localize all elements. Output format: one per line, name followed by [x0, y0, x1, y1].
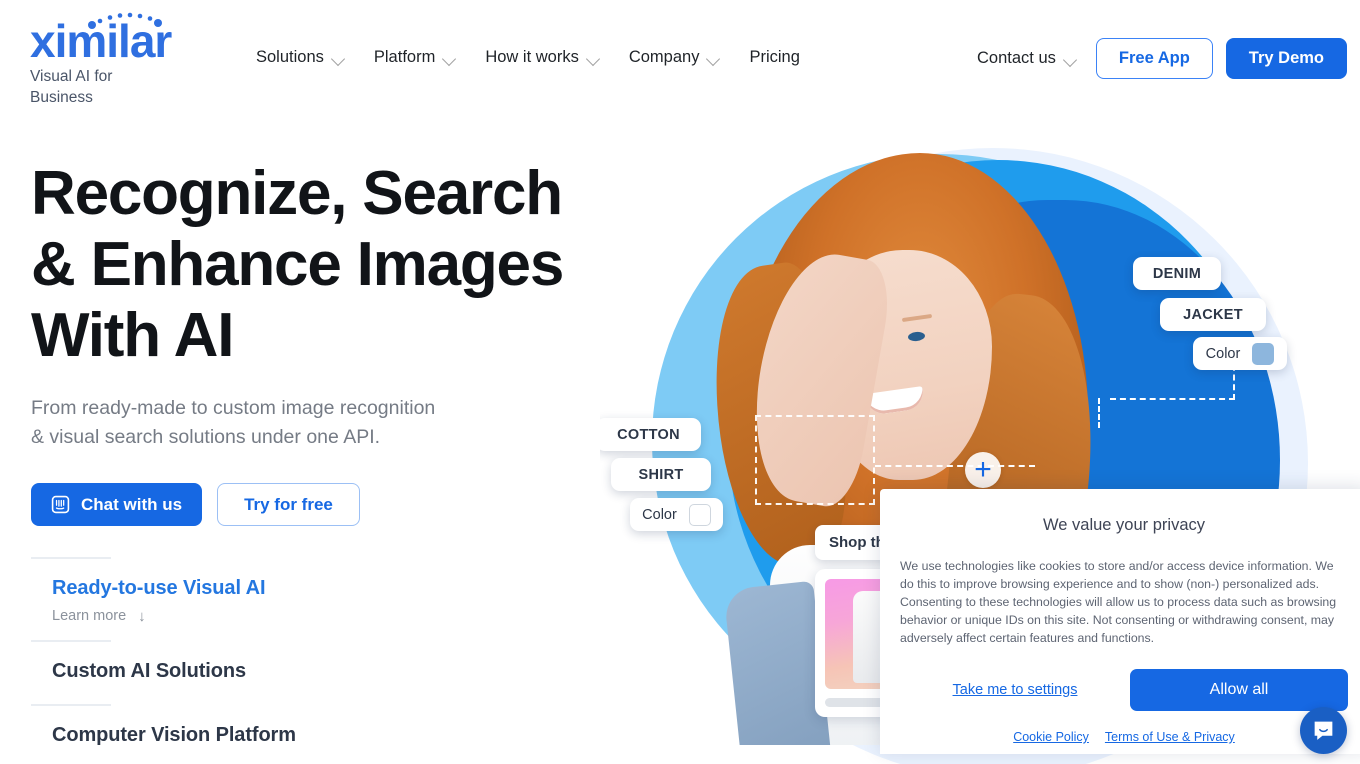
detection-line-jacket-drop	[1098, 398, 1100, 428]
tag-denim[interactable]: DENIM	[1133, 257, 1221, 290]
try-for-free-button[interactable]: Try for free	[217, 483, 360, 526]
free-app-button[interactable]: Free App	[1095, 38, 1213, 79]
detection-line-shirt	[875, 465, 1035, 467]
chevron-down-icon	[444, 54, 457, 62]
ximilar-logo-icon: ximilar	[30, 12, 173, 64]
hero-content: Recognize, Search & Enhance Images With …	[31, 158, 591, 747]
chat-launcher-button[interactable]	[1300, 707, 1347, 754]
chevron-down-icon	[1065, 55, 1078, 63]
tag-label: Color	[642, 506, 677, 523]
take-me-to-settings-link[interactable]: Take me to settings	[900, 682, 1130, 698]
terms-of-use-link[interactable]: Terms of Use & Privacy	[1105, 730, 1235, 744]
detection-box-shirt	[755, 415, 875, 505]
nav-item-solutions[interactable]: Solutions	[250, 44, 360, 71]
page-title: Recognize, Search & Enhance Images With …	[31, 159, 564, 370]
chat-button-label: Chat with us	[81, 494, 183, 514]
svg-text:ximilar: ximilar	[30, 15, 172, 64]
accordion-label[interactable]: Computer Vision Platform	[31, 706, 451, 747]
accordion-item-ready-to-use[interactable]: Ready-to-use Visual AI Learn more ↓	[31, 557, 451, 640]
nav-label: Platform	[373, 48, 436, 66]
logo[interactable]: ximilar Visual AI for Business	[30, 8, 230, 108]
hero-subtitle: From ready-made to custom image recognit…	[31, 397, 436, 448]
main-nav: Solutions Platform How it works Company …	[250, 44, 814, 71]
color-swatch-icon	[1252, 342, 1275, 365]
nav-item-how-it-works[interactable]: How it works	[471, 44, 615, 71]
cookie-dialog-body: We use technologies like cookies to stor…	[900, 559, 1337, 645]
cookie-policy-link[interactable]: Cookie Policy	[1013, 730, 1089, 744]
chat-with-us-button[interactable]: Chat with us	[31, 483, 203, 526]
nav-label: Solutions	[256, 48, 324, 66]
intercom-chat-icon	[51, 495, 70, 514]
learn-more-link[interactable]: Learn more ↓	[31, 600, 451, 640]
accordion-item-computer-vision[interactable]: Computer Vision Platform	[31, 704, 451, 747]
arrow-down-icon: ↓	[138, 607, 146, 625]
tag-label: JACKET	[1183, 306, 1243, 323]
cookie-consent-dialog: We value your privacy We use technologie…	[880, 489, 1360, 754]
cookie-dialog-actions: Take me to settings Allow all	[900, 669, 1348, 711]
add-detection-marker[interactable]: +	[965, 452, 1001, 488]
page-root: ximilar Visual AI for Business Solutions…	[0, 0, 1360, 764]
chevron-down-icon	[588, 54, 601, 62]
cookie-dialog-title: We value your privacy	[1042, 516, 1205, 534]
tag-jacket[interactable]: JACKET	[1160, 298, 1266, 331]
allow-all-button[interactable]: Allow all	[1130, 669, 1348, 711]
hero-accordion: Ready-to-use Visual AI Learn more ↓ Cust…	[31, 557, 451, 747]
nav-label: Company	[628, 48, 700, 66]
nav-label: How it works	[485, 48, 579, 66]
tag-label: Color	[1205, 345, 1241, 362]
accordion-item-custom-ai[interactable]: Custom AI Solutions	[31, 640, 451, 704]
tag-color-left[interactable]: Color	[630, 498, 723, 531]
tag-label: DENIM	[1152, 265, 1202, 282]
site-header: ximilar Visual AI for Business Solutions…	[0, 0, 1360, 118]
nav-item-pricing[interactable]: Pricing	[735, 44, 813, 71]
try-demo-button[interactable]: Try Demo	[1225, 38, 1347, 79]
chevron-down-icon	[708, 54, 721, 62]
color-swatch-icon	[688, 503, 711, 526]
tag-cotton[interactable]: COTTON	[600, 418, 701, 451]
detection-line-jacket	[1110, 398, 1235, 400]
learn-more-label: Learn more	[52, 608, 127, 624]
hero-buttons: Chat with us Try for free	[31, 483, 591, 526]
chat-bubble-icon	[1314, 721, 1333, 740]
cookie-dialog-links: Cookie Policy Terms of Use & Privacy	[900, 730, 1348, 744]
try-button-label: Try for free	[244, 494, 333, 514]
logo-tagline: Visual AI for Business	[30, 68, 113, 106]
nav-item-platform[interactable]: Platform	[360, 44, 471, 71]
accordion-label[interactable]: Ready-to-use Visual AI	[31, 559, 451, 600]
nav-item-contact-us[interactable]: Contact us	[977, 49, 1096, 68]
nav-label: Contact us	[977, 49, 1056, 67]
tag-color-right[interactable]: Color	[1193, 337, 1287, 370]
nav-item-company[interactable]: Company	[615, 44, 736, 71]
accordion-label[interactable]: Custom AI Solutions	[31, 642, 451, 704]
header-actions: Contact us Free App Try Demo	[977, 38, 1347, 79]
chevron-down-icon	[333, 54, 346, 62]
tag-label: SHIRT	[638, 466, 684, 483]
tag-shirt[interactable]: SHIRT	[611, 458, 711, 491]
nav-label: Pricing	[749, 48, 800, 66]
tag-label: COTTON	[617, 426, 680, 443]
